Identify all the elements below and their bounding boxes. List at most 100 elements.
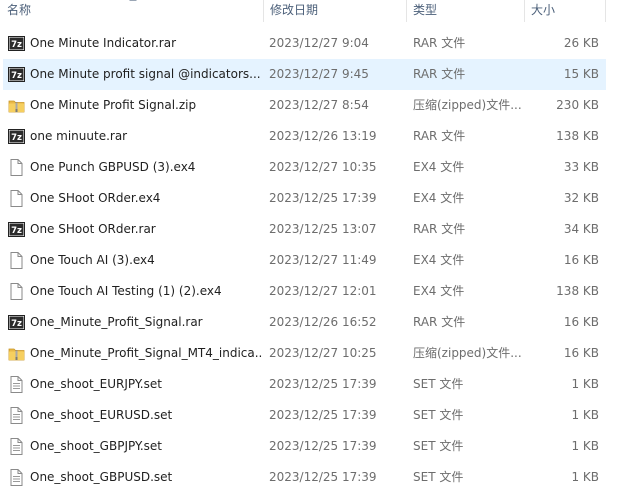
file-name: One_shoot_GBPUSD.set bbox=[30, 470, 173, 484]
svg-text:7z: 7z bbox=[11, 226, 22, 236]
file-row[interactable]: 7z One Minute profit signal @indicators..… bbox=[3, 59, 606, 90]
file-size: 230 KB bbox=[556, 98, 599, 112]
file-name: One_Minute_Profit_Signal_MT4_indica... bbox=[30, 346, 262, 360]
file-row[interactable]: 7z one minuute.rar 2023/12/26 13:19 RAR 文件 1… bbox=[3, 121, 606, 152]
text-file-icon bbox=[8, 469, 25, 486]
file-size: 15 KB bbox=[563, 67, 599, 81]
file-name: One_Minute_Profit_Signal.rar bbox=[30, 315, 203, 329]
file-modified-date: 2023/12/25 17:39 bbox=[269, 377, 377, 391]
svg-text:7z: 7z bbox=[11, 133, 22, 143]
file-size: 32 KB bbox=[563, 191, 599, 205]
blank-file-icon bbox=[8, 252, 25, 269]
text-file-icon bbox=[8, 376, 25, 393]
file-type: SET 文件 bbox=[413, 377, 464, 391]
file-modified-date: 2023/12/27 11:49 bbox=[269, 253, 377, 267]
file-type: RAR 文件 bbox=[413, 129, 466, 143]
file-modified-date: 2023/12/25 17:39 bbox=[269, 408, 377, 422]
file-name: One Touch AI Testing (1) (2).ex4 bbox=[30, 284, 222, 298]
blank-file-icon bbox=[8, 159, 25, 176]
rar-7z-icon: 7z bbox=[8, 221, 25, 238]
file-size: 16 KB bbox=[563, 253, 599, 267]
file-size: 1 KB bbox=[571, 470, 599, 484]
column-header-bar: 名称 修改日期 类型 大小 bbox=[0, 0, 641, 22]
file-type: RAR 文件 bbox=[413, 315, 466, 329]
file-name: One_shoot_EURJPY.set bbox=[30, 377, 162, 391]
file-size: 138 KB bbox=[556, 129, 599, 143]
file-modified-date: 2023/12/25 17:39 bbox=[269, 439, 377, 453]
file-row[interactable]: One_shoot_GBPJPY.set 2023/12/25 17:39 SET … bbox=[3, 431, 606, 462]
file-row[interactable]: 7z One SHoot ORder.rar 2023/12/25 13:07 RAR… bbox=[3, 214, 606, 245]
file-size: 1 KB bbox=[571, 377, 599, 391]
file-modified-date: 2023/12/26 16:52 bbox=[269, 315, 377, 329]
column-header-date[interactable]: 修改日期 bbox=[266, 0, 406, 22]
file-modified-date: 2023/12/27 9:04 bbox=[269, 36, 369, 50]
file-size: 138 KB bbox=[556, 284, 599, 298]
file-row[interactable]: 7z One Minute Indicator.rar 2023/12/27 9:0… bbox=[3, 28, 606, 59]
file-type: EX4 文件 bbox=[413, 284, 465, 298]
column-header-size[interactable]: 大小 bbox=[527, 0, 605, 22]
file-modified-date: 2023/12/27 10:35 bbox=[269, 160, 377, 174]
file-name: One SHoot ORder.rar bbox=[30, 222, 156, 236]
file-size: 33 KB bbox=[563, 160, 599, 174]
file-type: EX4 文件 bbox=[413, 191, 465, 205]
text-file-icon bbox=[8, 438, 25, 455]
file-type: 压缩(zipped)文件... bbox=[413, 346, 522, 360]
file-type: RAR 文件 bbox=[413, 36, 466, 50]
file-type: 压缩(zipped)文件... bbox=[413, 98, 522, 112]
file-row[interactable]: One Punch GBPUSD (3).ex4 2023/12/27 10:35… bbox=[3, 152, 606, 183]
rar-7z-icon: 7z bbox=[8, 128, 25, 145]
file-size: 26 KB bbox=[563, 36, 599, 50]
file-row[interactable]: One SHoot ORder.ex4 2023/12/25 17:39 EX4 文… bbox=[3, 183, 606, 214]
file-row[interactable]: 7z One_Minute_Profit_Signal.rar 2023/12/26… bbox=[3, 307, 606, 338]
blank-file-icon bbox=[8, 190, 25, 207]
file-modified-date: 2023/12/25 17:39 bbox=[269, 470, 377, 484]
text-file-icon bbox=[8, 407, 25, 424]
file-size: 1 KB bbox=[571, 408, 599, 422]
file-name: One Minute Indicator.rar bbox=[30, 36, 177, 50]
file-type: EX4 文件 bbox=[413, 253, 465, 267]
column-divider[interactable] bbox=[406, 0, 407, 22]
file-modified-date: 2023/12/27 9:45 bbox=[269, 67, 369, 81]
file-name: One_shoot_GBPJPY.set bbox=[30, 439, 163, 453]
file-type: EX4 文件 bbox=[413, 160, 465, 174]
file-modified-date: 2023/12/27 12:01 bbox=[269, 284, 377, 298]
file-size: 16 KB bbox=[563, 315, 599, 329]
svg-text:7z: 7z bbox=[11, 71, 22, 81]
file-row[interactable]: One Minute Profit Signal.zip 2023/12/27 8… bbox=[3, 90, 606, 121]
file-name: One Minute profit signal @indicators... bbox=[30, 67, 261, 81]
column-divider[interactable] bbox=[605, 0, 606, 22]
file-name: One Minute Profit Signal.zip bbox=[30, 98, 197, 112]
column-header-name[interactable]: 名称 bbox=[3, 0, 263, 22]
file-name: One Touch AI (3).ex4 bbox=[30, 253, 155, 267]
file-row[interactable]: One_Minute_Profit_Signal_MT4_indica... 20… bbox=[3, 338, 606, 369]
file-row[interactable]: One Touch AI (3).ex4 2023/12/27 11:49 EX4 … bbox=[3, 245, 606, 276]
svg-text:7z: 7z bbox=[11, 319, 22, 329]
file-name: One Punch GBPUSD (3).ex4 bbox=[30, 160, 196, 174]
file-row[interactable]: One_shoot_EURJPY.set 2023/12/25 17:39 SET … bbox=[3, 369, 606, 400]
column-divider[interactable] bbox=[524, 0, 525, 22]
column-header-type[interactable]: 类型 bbox=[409, 0, 524, 22]
file-modified-date: 2023/12/27 8:54 bbox=[269, 98, 369, 112]
file-row[interactable]: One_shoot_GBPUSD.set 2023/12/25 17:39 SET … bbox=[3, 462, 606, 493]
file-type: SET 文件 bbox=[413, 439, 464, 453]
rar-7z-icon: 7z bbox=[8, 314, 25, 331]
file-size: 16 KB bbox=[563, 346, 599, 360]
rar-7z-icon: 7z bbox=[8, 66, 25, 83]
file-size: 1 KB bbox=[571, 439, 599, 453]
column-divider[interactable] bbox=[263, 0, 264, 22]
file-modified-date: 2023/12/25 13:07 bbox=[269, 222, 377, 236]
file-name: one minuute.rar bbox=[30, 129, 128, 143]
file-type: RAR 文件 bbox=[413, 222, 466, 236]
file-name: One SHoot ORder.ex4 bbox=[30, 191, 161, 205]
zip-folder-icon bbox=[8, 97, 25, 114]
zip-folder-icon bbox=[8, 345, 25, 362]
file-modified-date: 2023/12/26 13:19 bbox=[269, 129, 377, 143]
file-modified-date: 2023/12/25 17:39 bbox=[269, 191, 377, 205]
file-modified-date: 2023/12/27 10:25 bbox=[269, 346, 377, 360]
file-type: RAR 文件 bbox=[413, 67, 466, 81]
file-row[interactable]: One_shoot_EURUSD.set 2023/12/25 17:39 SET … bbox=[3, 400, 606, 431]
file-type: SET 文件 bbox=[413, 470, 464, 484]
blank-file-icon bbox=[8, 283, 25, 300]
file-row[interactable]: One Touch AI Testing (1) (2).ex4 2023/12/… bbox=[3, 276, 606, 307]
file-size: 34 KB bbox=[563, 222, 599, 236]
